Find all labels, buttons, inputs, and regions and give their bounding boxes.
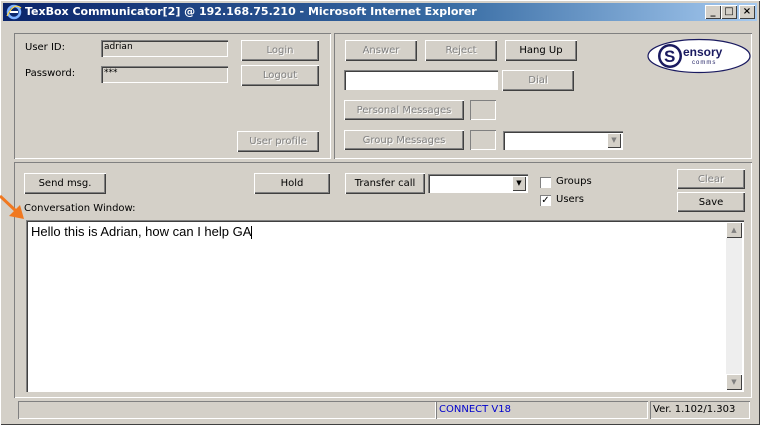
conversation-text: Hello this is Adrian, how can I help GA — [31, 224, 252, 239]
transfer-target-select[interactable]: ▼ — [428, 174, 528, 193]
version-label: Ver. 1.102/1.303 — [650, 401, 750, 419]
dial-button[interactable]: Dial — [502, 70, 574, 91]
scroll-down-icon[interactable]: ▼ — [726, 374, 742, 390]
status-left — [18, 401, 436, 419]
answer-button[interactable]: Answer — [345, 40, 417, 61]
connection-status: CONNECT V18 — [436, 401, 648, 419]
users-label: Users — [556, 194, 585, 205]
group-messages-button[interactable]: Group Messages — [344, 130, 464, 150]
chevron-down-icon[interactable]: ▼ — [607, 133, 621, 148]
personal-messages-count — [470, 100, 496, 120]
user-profile-button[interactable]: User profile — [237, 131, 319, 152]
login-button[interactable]: Login — [241, 40, 319, 61]
hold-button[interactable]: Hold — [254, 173, 330, 194]
scroll-up-icon[interactable]: ▲ — [726, 222, 742, 238]
hangup-button[interactable]: Hang Up — [505, 40, 577, 61]
personal-messages-button[interactable]: Personal Messages — [344, 100, 464, 120]
logout-button[interactable]: Logout — [241, 65, 319, 86]
chevron-down-icon[interactable]: ▼ — [512, 176, 526, 191]
group-messages-count — [470, 130, 496, 150]
internet-explorer-icon — [6, 4, 22, 20]
logo-text: ensory — [683, 45, 723, 59]
title-bar: TexBox Communicator[2] @ 192.168.75.210 … — [3, 3, 757, 21]
conversation-textarea[interactable]: Hello this is Adrian, how can I help GA … — [26, 220, 744, 392]
reject-button[interactable]: Reject — [425, 40, 497, 61]
users-checkbox[interactable]: ✓ — [540, 195, 551, 206]
clear-button[interactable]: Clear — [677, 169, 745, 189]
user-id-label: User ID: — [25, 42, 65, 53]
password-label: Password: — [25, 68, 76, 79]
conversation-window-label: Conversation Window: — [24, 203, 136, 214]
annotation-arrow-icon — [0, 194, 24, 219]
groups-label: Groups — [556, 176, 592, 187]
sensory-comms-logo: S ensory comms — [647, 38, 751, 74]
window-title: TexBox Communicator[2] @ 192.168.75.210 … — [25, 5, 477, 18]
send-message-button[interactable]: Send msg. — [24, 173, 106, 194]
dial-number-input[interactable] — [344, 70, 498, 90]
user-id-field[interactable]: adrian — [101, 40, 228, 57]
password-field[interactable]: *** — [101, 66, 228, 83]
minimize-button[interactable]: _ — [705, 5, 721, 19]
text-caret — [251, 226, 253, 240]
svg-text:S: S — [664, 47, 675, 66]
transfer-call-button[interactable]: Transfer call — [345, 173, 425, 194]
browser-window: TexBox Communicator[2] @ 192.168.75.210 … — [0, 0, 760, 425]
groups-checkbox[interactable] — [540, 177, 551, 188]
close-button[interactable]: × — [739, 5, 755, 19]
maximize-button[interactable]: □ — [721, 5, 737, 19]
logo-subtext: comms — [692, 60, 716, 66]
vertical-scrollbar[interactable]: ▲ ▼ — [726, 222, 742, 390]
group-select[interactable]: ▼ — [503, 131, 623, 150]
save-button[interactable]: Save — [677, 192, 745, 212]
